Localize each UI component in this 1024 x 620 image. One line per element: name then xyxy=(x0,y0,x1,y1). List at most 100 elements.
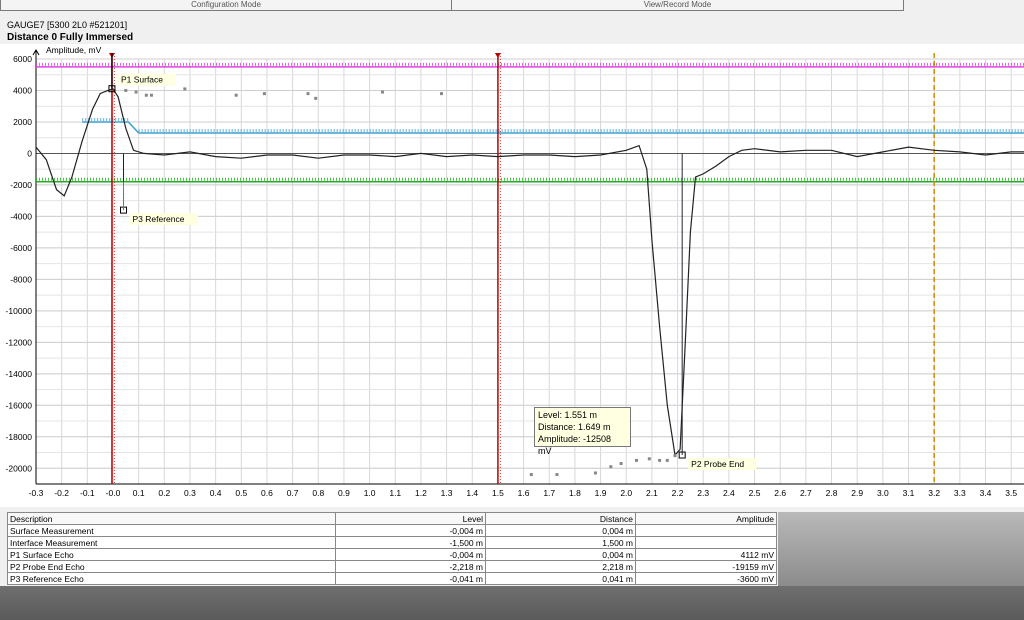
row-distance: 0,004 m xyxy=(485,548,636,561)
scatter-point xyxy=(144,93,148,97)
x-tick-label: 0.2 xyxy=(158,488,170,498)
x-tick-label: 2.2 xyxy=(672,488,684,498)
y-axis-label: Amplitude, mV xyxy=(46,45,102,55)
row-distance: 0,041 m xyxy=(485,572,636,585)
scatter-point xyxy=(555,473,559,477)
scatter-point xyxy=(529,473,533,477)
y-tick-label: 6000 xyxy=(13,54,32,64)
col-distance[interactable]: Distance xyxy=(485,512,636,525)
chart-title: Distance 0 Fully Immersed xyxy=(7,32,134,43)
echo-curve-plot[interactable]: -0.3 -0.2 -0.1 -0.0 0.1 0.2 0.3 0.4 0.5 0.6 0.7 0.8… xyxy=(0,44,1024,507)
y-tick-label: -18000 xyxy=(6,432,33,442)
y-tick-label: -20000 xyxy=(6,463,33,473)
x-tick-label: 2.3 xyxy=(697,488,709,498)
x-tick-label: -0.3 xyxy=(29,488,44,498)
y-tick-label: 0 xyxy=(27,148,32,158)
col-description[interactable]: Description xyxy=(7,512,336,525)
x-tick-label: 1.8 xyxy=(569,488,581,498)
x-tick-label: 0.7 xyxy=(287,488,299,498)
y-tick-label: -4000 xyxy=(10,211,32,221)
peak-label: P3 Reference xyxy=(133,214,185,224)
scatter-point xyxy=(134,90,138,94)
scatter-point xyxy=(665,458,669,462)
scatter-point xyxy=(380,90,384,94)
row-amplitude xyxy=(635,524,777,537)
row-level: -0,004 m xyxy=(335,524,486,537)
row-distance: 2,218 m xyxy=(485,560,636,573)
x-tick-label: 2.8 xyxy=(826,488,838,498)
x-tick-label: 0.5 xyxy=(235,488,247,498)
x-tick-label: 2.0 xyxy=(620,488,632,498)
col-amplitude[interactable]: Amplitude xyxy=(635,512,777,525)
scatter-point xyxy=(673,454,677,458)
row-description: P1 Surface Echo xyxy=(7,548,336,561)
x-tick-label: 1.4 xyxy=(466,488,478,498)
row-description: Interface Measurement xyxy=(7,536,336,549)
mode-tabs: Configuration Mode View/Record Mode xyxy=(0,0,1024,12)
x-tick-label: 2.7 xyxy=(800,488,812,498)
x-tick-label: 1.1 xyxy=(389,488,401,498)
peak-label: P1 Surface xyxy=(121,75,163,85)
x-tick-label: 1.0 xyxy=(364,488,376,498)
table-row[interactable]: Surface Measurement -0,004 m 0,004 m xyxy=(7,524,777,537)
scatter-point xyxy=(634,458,638,462)
tooltip-level: Level: 1.551 m xyxy=(538,410,598,420)
x-tick-label: 2.4 xyxy=(723,488,735,498)
x-tick-label: -0.2 xyxy=(54,488,69,498)
row-distance: 0,004 m xyxy=(485,524,636,537)
y-tick-label: 4000 xyxy=(13,85,32,95)
table-row[interactable]: P1 Surface Echo -0,004 m 0,004 m 4112 mV xyxy=(7,548,777,561)
y-tick-label: -14000 xyxy=(6,369,33,379)
gauge-identifier: GAUGE7 [5300 2L0 #521201] xyxy=(7,20,128,30)
peak-label: P2 Probe End xyxy=(691,459,744,469)
x-tick-label: 0.8 xyxy=(312,488,324,498)
y-tick-label: -12000 xyxy=(6,337,33,347)
chart-header: GAUGE7 [5300 2L0 #521201] Distance 0 Ful… xyxy=(0,13,1024,43)
tab-view-record-mode[interactable]: View/Record Mode xyxy=(451,0,904,11)
scatter-point xyxy=(234,93,238,97)
row-level: -0,004 m xyxy=(335,548,486,561)
row-amplitude xyxy=(635,536,777,549)
scatter-point xyxy=(149,93,153,97)
x-tick-label: 2.1 xyxy=(646,488,658,498)
x-tick-label: -0.0 xyxy=(106,488,121,498)
x-tick-label: 0.1 xyxy=(133,488,145,498)
x-tick-label: 2.5 xyxy=(749,488,761,498)
table-row[interactable]: Interface Measurement -1,500 m 1,500 m xyxy=(7,536,777,549)
tooltip-distance: Distance: 1.649 m xyxy=(538,422,611,432)
scatter-point xyxy=(262,92,266,96)
x-tick-label: 0.9 xyxy=(338,488,350,498)
x-tick-label: 0.6 xyxy=(261,488,273,498)
row-description: P2 Probe End Echo xyxy=(7,560,336,573)
x-tick-label: 3.1 xyxy=(903,488,915,498)
echo-curve-svg[interactable]: -0.3 -0.2 -0.1 -0.0 0.1 0.2 0.3 0.4 0.5 0.6 0.7 0.8… xyxy=(0,44,1024,507)
x-tick-label: 3.0 xyxy=(877,488,889,498)
table-header-row: Description Level Distance Amplitude xyxy=(7,512,777,525)
y-tick-label: -10000 xyxy=(6,306,33,316)
row-distance: 1,500 m xyxy=(485,536,636,549)
x-tick-label: 1.7 xyxy=(543,488,555,498)
x-tick-label: 2.6 xyxy=(774,488,786,498)
scatter-point xyxy=(609,465,613,469)
x-tick-label: -0.1 xyxy=(80,488,95,498)
row-level: -2,218 m xyxy=(335,560,486,573)
table-row[interactable]: P2 Probe End Echo -2,218 m 2,218 m -1915… xyxy=(7,560,777,573)
tab-configuration-mode[interactable]: Configuration Mode xyxy=(0,0,452,11)
plot-background xyxy=(36,59,1024,484)
scatter-point xyxy=(314,96,318,100)
scatter-point xyxy=(593,471,597,475)
y-tick-label: -16000 xyxy=(6,400,33,410)
table-row[interactable]: P3 Reference Echo -0,041 m 0,041 m -3600… xyxy=(7,572,777,585)
bottom-panel xyxy=(0,586,1024,620)
y-tick-label: -2000 xyxy=(10,180,32,190)
row-amplitude: -19159 mV xyxy=(635,560,777,573)
row-level: -1,500 m xyxy=(335,536,486,549)
x-tick-label: 3.4 xyxy=(980,488,992,498)
col-level[interactable]: Level xyxy=(335,512,486,525)
y-tick-label: -6000 xyxy=(10,243,32,253)
x-tick-label: 1.5 xyxy=(492,488,504,498)
table-side-panel xyxy=(778,512,1024,588)
row-amplitude: -3600 mV xyxy=(635,572,777,585)
row-description: Surface Measurement xyxy=(7,524,336,537)
scatter-point xyxy=(658,458,662,462)
